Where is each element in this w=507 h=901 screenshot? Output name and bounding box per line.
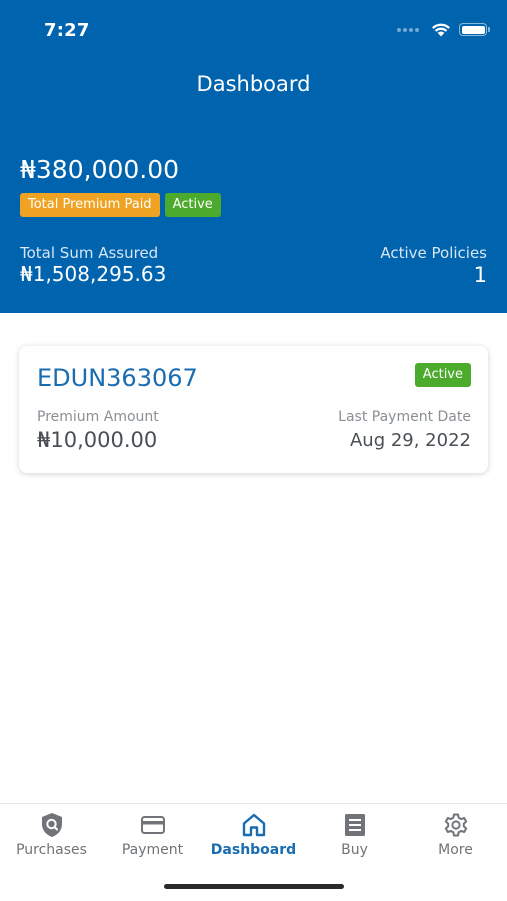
premium-amount-label: Premium Amount [37, 409, 159, 425]
status-indicators [397, 22, 490, 37]
tab-dashboard[interactable]: Dashboard [203, 812, 304, 858]
total-premium-value: ₦380,000.00 [20, 155, 180, 184]
gear-icon [443, 812, 469, 838]
home-icon [241, 812, 267, 838]
active-policies-value: 1 [473, 263, 487, 287]
shield-icon [39, 812, 65, 838]
tab-buy[interactable]: Buy [304, 812, 405, 858]
premium-amount-value: ₦10,000.00 [37, 428, 158, 452]
premium-badges: Total Premium Paid Active [20, 193, 221, 217]
status-badge: Active [164, 193, 221, 217]
policy-number: EDUN363067 [37, 364, 198, 392]
tab-payment[interactable]: Payment [102, 812, 203, 858]
tab-more-label: More [438, 842, 473, 858]
tab-buy-label: Buy [341, 842, 368, 858]
cellular-signal-icon [397, 27, 419, 32]
tab-purchases-label: Purchases [16, 842, 87, 858]
policy-status-badge: Active [414, 363, 471, 387]
sum-assured-label: Total Sum Assured [20, 244, 159, 262]
document-icon [342, 812, 368, 838]
last-payment-date-value: Aug 29, 2022 [349, 430, 471, 451]
battery-icon [459, 23, 490, 36]
status-time: 7:27 [44, 20, 90, 41]
home-indicator[interactable] [164, 884, 344, 889]
last-payment-date-label: Last Payment Date [338, 409, 471, 425]
active-policies-label: Active Policies [380, 244, 487, 262]
wifi-icon [432, 23, 450, 37]
tab-more[interactable]: More [405, 812, 506, 858]
sum-assured-value: ₦1,508,295.63 [20, 262, 167, 286]
tab-dashboard-label: Dashboard [210, 842, 297, 858]
dashboard-header: 7:27 Dashboard ₦380,000.00 Total Premium… [0, 0, 507, 313]
tab-purchases[interactable]: Purchases [1, 812, 102, 858]
total-premium-paid-badge: Total Premium Paid [20, 193, 160, 217]
tab-payment-label: Payment [121, 842, 184, 858]
credit-card-icon [140, 812, 166, 838]
page-title: Dashboard [196, 72, 311, 96]
policy-card[interactable]: EDUN363067 Active Premium Amount ₦10,000… [19, 346, 488, 473]
